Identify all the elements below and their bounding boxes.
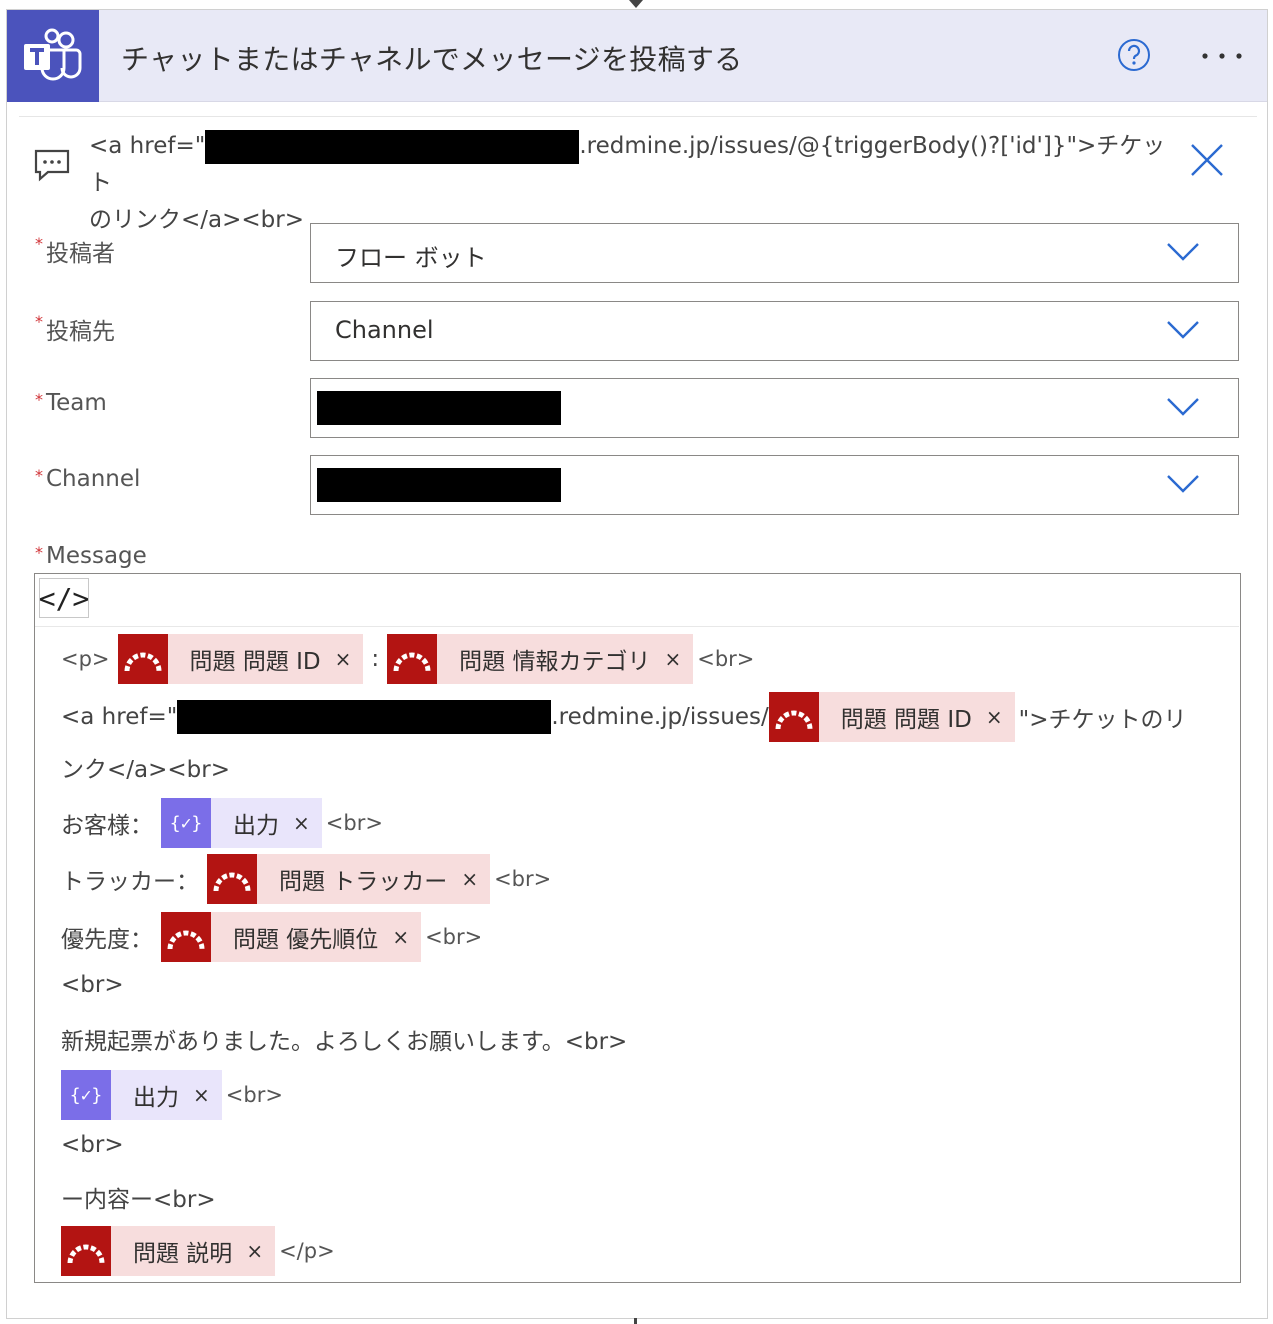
expression-icon: {✓} <box>61 1070 111 1120</box>
remove-token-icon[interactable]: × <box>293 811 322 835</box>
redmine-icon <box>61 1226 111 1276</box>
field-label-message: * Message <box>35 543 147 569</box>
comment-prefix: <a href=" <box>89 133 206 159</box>
redmine-icon <box>161 912 211 962</box>
chevron-down-icon <box>1167 321 1199 339</box>
message-line: <br> <box>61 1132 124 1158</box>
redmine-icon <box>387 634 438 684</box>
message-line: <br> <box>61 972 124 998</box>
teams-logo-icon <box>7 10 99 102</box>
message-line: トラッカー： 問題 トラッカー × <br> <box>61 854 555 904</box>
dynamic-token[interactable]: 問題 情報カテゴリ × <box>387 634 694 684</box>
divider <box>35 626 1239 627</box>
message-line: ンク</a><br> <box>61 757 230 783</box>
action-card: チャットまたはチャネルでメッセージを投稿する <a href=" .redmine… <box>6 9 1268 1319</box>
channel-dropdown[interactable] <box>310 455 1239 515</box>
remove-token-icon[interactable]: × <box>664 647 693 671</box>
redacted-area <box>317 391 561 425</box>
dynamic-token[interactable]: 問題 トラッカー × <box>207 854 491 904</box>
card-title: チャットまたはチャネルでメッセージを投稿する <box>121 43 743 76</box>
redacted-area <box>177 700 552 734</box>
expression-icon: {✓} <box>161 798 211 848</box>
message-line: {✓} 出力 × <br> <box>61 1070 287 1120</box>
remove-token-icon[interactable]: × <box>335 647 364 671</box>
card-header[interactable]: チャットまたはチャネルでメッセージを投稿する <box>7 10 1267 102</box>
comment-icon <box>34 149 70 182</box>
redacted-area <box>205 129 580 164</box>
code-icon: </> <box>38 581 90 615</box>
field-label-team: * Team <box>35 390 107 416</box>
dynamic-token[interactable]: 問題 説明 × <box>61 1226 276 1276</box>
comment-line2: のリンク</a><br> <box>89 207 304 233</box>
connector-arrow-icon <box>629 0 643 8</box>
remove-token-icon[interactable]: × <box>193 1083 222 1107</box>
redacted-area <box>317 468 561 502</box>
close-icon[interactable] <box>1189 142 1225 178</box>
remove-token-icon[interactable]: × <box>986 705 1015 729</box>
post-in-value: Channel <box>335 316 434 344</box>
message-line: <p> 問題 問題 ID × : 問題 情報カテゴリ × <br> <box>61 634 758 684</box>
more-options-icon[interactable] <box>1197 50 1247 62</box>
message-line: 問題 説明 × </p> <box>61 1226 339 1276</box>
message-line: 優先度： 問題 優先順位 × <br> <box>61 912 486 962</box>
remove-token-icon[interactable]: × <box>392 925 421 949</box>
redmine-icon <box>207 854 257 904</box>
dynamic-token[interactable]: {✓} 出力 × <box>161 798 322 848</box>
message-line: ー内容ー<br> <box>61 1187 216 1213</box>
divider <box>19 116 1257 117</box>
chevron-down-icon <box>1167 243 1199 261</box>
message-line: <a href=" .redmine.jp/issues/ 問題 問題 ID × … <box>61 692 1190 742</box>
redmine-icon <box>768 692 819 742</box>
chevron-down-icon <box>1167 398 1199 416</box>
poster-value: フロー ボット <box>335 244 487 272</box>
help-icon[interactable] <box>1117 38 1151 72</box>
field-label-channel: * Channel <box>35 466 141 492</box>
post-in-dropdown[interactable]: Channel <box>310 301 1239 361</box>
team-dropdown[interactable] <box>310 378 1239 438</box>
dynamic-token[interactable]: {✓} 出力 × <box>61 1070 222 1120</box>
code-view-toggle[interactable]: </> <box>39 578 89 618</box>
poster-dropdown[interactable]: フロー ボット <box>310 223 1239 283</box>
dynamic-token[interactable]: 問題 問題 ID × <box>768 692 1015 742</box>
field-label-post-in: * 投稿先 <box>35 312 115 345</box>
remove-token-icon[interactable]: × <box>461 867 490 891</box>
dynamic-token[interactable]: 問題 優先順位 × <box>161 912 422 962</box>
message-line: 新規起票がありました。よろしくお願いします。<br> <box>61 1029 628 1055</box>
connector-line <box>634 1318 637 1324</box>
field-label-poster: * 投稿者 <box>35 234 115 267</box>
message-line: お客様： {✓} 出力 × <br> <box>61 798 387 848</box>
remove-token-icon[interactable]: × <box>246 1239 275 1263</box>
chevron-down-icon <box>1167 475 1199 493</box>
redmine-icon <box>117 634 168 684</box>
dynamic-token[interactable]: 問題 問題 ID × <box>117 634 364 684</box>
message-editor[interactable]: </> <p> 問題 問題 ID × : 問題 情報カテゴリ × <br> <a… <box>34 573 1241 1283</box>
